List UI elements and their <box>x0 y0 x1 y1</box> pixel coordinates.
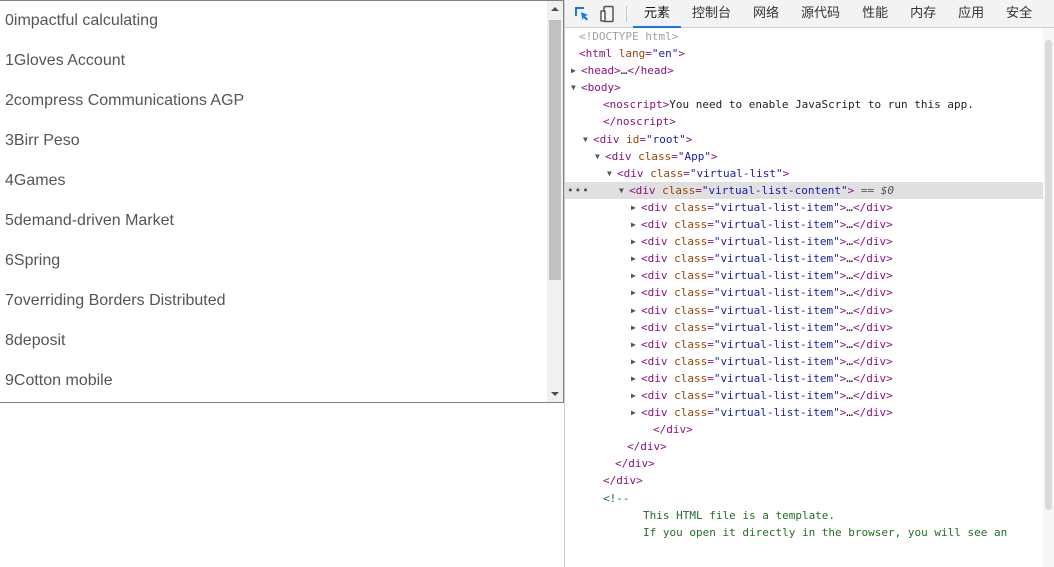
dom-node-line[interactable]: This HTML file is a template. <box>565 507 1043 524</box>
dom-node-line[interactable]: ▶ <div class="virtual-list-item">…</div> <box>565 302 1043 319</box>
inspect-cursor-icon[interactable] <box>573 5 591 23</box>
device-toolbar-icon[interactable] <box>599 5 617 23</box>
selected-dom-node[interactable]: ••• ▼ <div class="virtual-list-content"> =… <box>565 181 1043 199</box>
toolbar-separator <box>626 6 627 22</box>
expand-open-icon[interactable]: ▼ <box>619 182 629 199</box>
tab-memory[interactable]: 内存 <box>899 0 947 27</box>
virtual-list-item: 3Birr Peso <box>5 132 80 149</box>
elements-scrollbar-thumb[interactable] <box>1045 40 1052 510</box>
dom-node-line[interactable]: </noscript> <box>565 113 1043 130</box>
virtual-list-content: 0impactful calculating 1Gloves Account 2co… <box>0 1 547 402</box>
expand-open-icon[interactable]: ▼ <box>607 165 617 182</box>
tab-sources[interactable]: 源代码 <box>790 0 851 27</box>
virtual-list-item: 7overriding Borders Distributed <box>5 292 226 309</box>
dom-node-line[interactable]: ▶ <div class="virtual-list-item">…</div> <box>565 250 1043 267</box>
virtual-list-item: 1Gloves Account <box>5 52 126 69</box>
dom-node-line[interactable]: </div> <box>565 438 1043 455</box>
dom-node-line[interactable]: </div> <box>565 472 1043 489</box>
expand-closed-icon[interactable]: ▶ <box>631 387 641 404</box>
dom-node-line[interactable]: ▼ <body> <box>565 79 1043 96</box>
scrollbar-thumb[interactable] <box>549 20 561 280</box>
tab-security[interactable]: 安全 <box>995 0 1043 27</box>
tab-network[interactable]: 网络 <box>742 0 790 27</box>
expand-closed-icon[interactable]: ▶ <box>631 336 641 353</box>
expand-closed-icon[interactable]: ▶ <box>631 233 641 250</box>
virtual-list-item: 5demand-driven Market <box>5 212 174 229</box>
dom-node-line[interactable]: <html lang="en"> <box>565 45 1043 62</box>
devtools-panel: 元素 控制台 网络 源代码 性能 内存 应用 安全 <!DOCTYPE html> <html … <box>564 0 1054 567</box>
dom-node-line[interactable]: ▶ <head>…</head> <box>565 62 1043 79</box>
dom-node-line[interactable]: ▶ <div class="virtual-list-item">…</div> <box>565 199 1043 216</box>
dom-node-line[interactable]: ▼ <div class="virtual-list"> <box>565 165 1043 182</box>
elements-tree[interactable]: <!DOCTYPE html> <html lang="en"> ▶ <head>…<… <box>565 28 1043 567</box>
expand-closed-icon[interactable]: ▶ <box>631 216 641 233</box>
scroll-down-arrow-icon[interactable] <box>547 385 563 402</box>
dom-node-line[interactable]: ▶ <div class="virtual-list-item">…</div> <box>565 216 1043 233</box>
expand-closed-icon[interactable]: ▶ <box>631 404 641 421</box>
expand-closed-icon[interactable]: ▶ <box>631 199 641 216</box>
expand-closed-icon[interactable]: ▶ <box>631 370 641 387</box>
expand-closed-icon[interactable]: ▶ <box>631 284 641 301</box>
app-page: 0impactful calculating 1Gloves Account 2co… <box>0 0 564 567</box>
expand-closed-icon[interactable]: ▶ <box>631 302 641 319</box>
tab-application[interactable]: 应用 <box>947 0 995 27</box>
devtools-tabs: 元素 控制台 网络 源代码 性能 内存 应用 安全 <box>633 0 1043 28</box>
expand-open-icon[interactable]: ▼ <box>583 131 593 148</box>
dom-node-line[interactable]: ▶ <div class="virtual-list-item">…</div> <box>565 267 1043 284</box>
node-menu-icon[interactable]: ••• <box>567 182 590 199</box>
dom-node-line[interactable]: ▶ <div class="virtual-list-item">…</div> <box>565 370 1043 387</box>
dom-node-line[interactable]: ▶ <div class="virtual-list-item">…</div> <box>565 284 1043 301</box>
dom-node-line[interactable]: ▶ <div class="virtual-list-item">…</div> <box>565 336 1043 353</box>
virtual-list-item: 0impactful calculating <box>5 12 158 29</box>
elements-scrollbar[interactable] <box>1043 28 1054 567</box>
dom-node-line[interactable]: ▼ <div id="root"> <box>565 131 1043 148</box>
dom-node-line[interactable]: ▶ <div class="virtual-list-item">…</div> <box>565 353 1043 370</box>
expand-closed-icon[interactable]: ▶ <box>631 353 641 370</box>
dom-node-line[interactable]: </div> <box>565 455 1043 472</box>
dom-node-line[interactable]: ▶ <div class="virtual-list-item">…</div> <box>565 319 1043 336</box>
virtual-list[interactable]: 0impactful calculating 1Gloves Account 2co… <box>0 0 564 403</box>
expand-open-icon[interactable]: ▼ <box>571 79 581 96</box>
dom-node-line[interactable]: ▶ <div class="virtual-list-item">…</div> <box>565 233 1043 250</box>
scroll-up-arrow-icon[interactable] <box>547 1 563 18</box>
dom-node-line[interactable]: ▶ <div class="virtual-list-item">…</div> <box>565 387 1043 404</box>
dom-node-line[interactable]: ▶ <div class="virtual-list-item">…</div> <box>565 404 1043 421</box>
virtual-list-item: 2compress Communications AGP <box>5 92 245 109</box>
virtual-list-scrollbar[interactable] <box>547 1 563 402</box>
dom-node-line[interactable]: </div> <box>565 421 1043 438</box>
virtual-list-item: 9Cotton mobile <box>5 372 113 389</box>
expand-closed-icon[interactable]: ▶ <box>631 267 641 284</box>
dom-node-line[interactable]: ▼ <div class="App"> <box>565 148 1043 165</box>
dom-node-line[interactable]: <noscript>You need to enable JavaScript … <box>565 96 1043 113</box>
expand-closed-icon[interactable]: ▶ <box>571 62 581 79</box>
devtools-toolbar: 元素 控制台 网络 源代码 性能 内存 应用 安全 <box>565 0 1054 28</box>
virtual-list-item: 8deposit <box>5 332 66 349</box>
dom-node-line[interactable]: If you open it directly in the browser, … <box>565 524 1043 541</box>
virtual-list-item: 4Games <box>5 172 66 189</box>
virtual-list-item: 6Spring <box>5 252 61 269</box>
tab-console[interactable]: 控制台 <box>681 0 742 27</box>
tab-performance[interactable]: 性能 <box>851 0 899 27</box>
tab-elements[interactable]: 元素 <box>633 0 682 28</box>
expand-closed-icon[interactable]: ▶ <box>631 319 641 336</box>
expand-closed-icon[interactable]: ▶ <box>631 250 641 267</box>
dom-node-line[interactable]: <!-- <box>565 490 1043 507</box>
expand-open-icon[interactable]: ▼ <box>595 148 605 165</box>
dom-node-line[interactable]: <!DOCTYPE html> <box>565 28 1043 45</box>
